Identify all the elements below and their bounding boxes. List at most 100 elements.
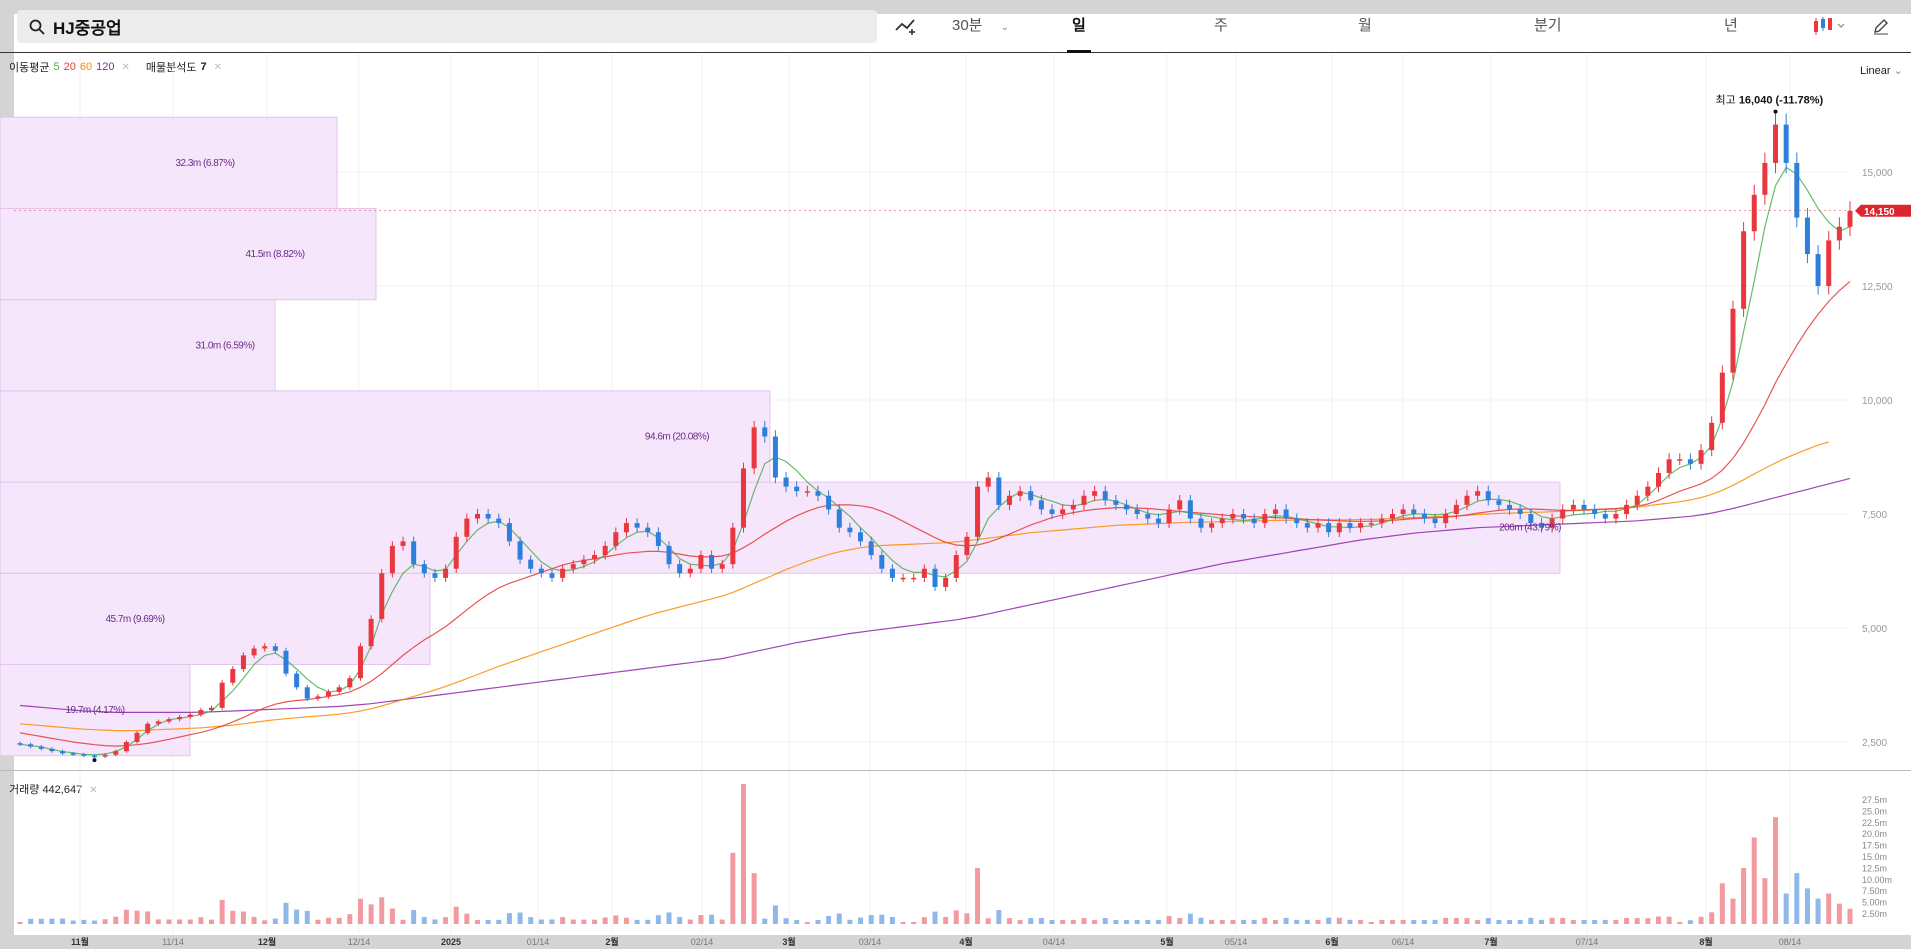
candle <box>719 564 725 569</box>
candle <box>1687 459 1693 464</box>
x-axis: 11월 11/14 12월 12/14 2025 01/14 2월 02/14 3월 03/14 4… <box>71 936 1801 947</box>
x-tick-label: 12월 <box>258 936 276 947</box>
candle <box>1294 518 1300 524</box>
volume-bar <box>517 912 523 924</box>
volume-bar <box>177 919 183 924</box>
volume-bar <box>677 917 683 924</box>
candle <box>134 732 140 742</box>
symbol-name: HJ중공업 <box>53 19 122 38</box>
candle <box>272 646 278 651</box>
volume-bar <box>1730 898 1736 924</box>
volume-bar <box>102 919 108 924</box>
candle <box>1804 217 1810 255</box>
volume-bar <box>91 920 97 924</box>
candle <box>677 564 683 574</box>
volume-bar <box>623 917 629 924</box>
volume-bar <box>187 919 193 924</box>
candle <box>1602 514 1608 519</box>
candle <box>1081 495 1087 505</box>
candle <box>1155 518 1161 524</box>
tab-week[interactable]: 주 <box>1214 14 1228 35</box>
volume-bar <box>1804 888 1810 924</box>
indicator-add-icon[interactable] <box>894 16 920 36</box>
tab-quarter[interactable]: 분기 <box>1534 14 1562 35</box>
candle <box>145 723 151 733</box>
interval-dropdown[interactable]: 30분 ⌄ <box>952 14 1009 35</box>
candle <box>1336 523 1342 533</box>
volume-bar <box>1017 920 1023 924</box>
volume-bar <box>847 919 853 924</box>
candle <box>453 536 459 569</box>
volume-bar <box>506 913 512 924</box>
pencil-icon[interactable] <box>1872 17 1890 35</box>
volume-bar <box>804 921 810 924</box>
candle <box>687 568 693 574</box>
volume-bar <box>389 908 395 924</box>
volume-bar <box>1815 898 1821 924</box>
candle <box>1794 162 1800 218</box>
candle <box>155 721 161 724</box>
volume-bar <box>1272 919 1278 924</box>
candle <box>911 577 917 580</box>
symbol-search[interactable]: HJ중공업 <box>17 10 877 43</box>
candle <box>485 514 491 519</box>
volume-profile-bar <box>0 207 377 301</box>
candle <box>1453 504 1459 514</box>
candle <box>1262 514 1268 524</box>
candle <box>794 486 800 492</box>
volume-bar <box>1517 919 1523 924</box>
volume-bar <box>1847 908 1853 924</box>
volume-bar <box>655 915 661 924</box>
tab-year[interactable]: 년 <box>1724 14 1738 35</box>
volume-bar <box>1070 919 1076 924</box>
pane-divider[interactable] <box>0 770 1911 771</box>
candle-type-icon[interactable] <box>1812 16 1848 36</box>
volume-bar <box>570 919 576 924</box>
volume-bar <box>1655 916 1661 924</box>
candle <box>1070 504 1076 510</box>
candle <box>102 754 108 757</box>
volume-bar <box>294 909 300 924</box>
volume-bar <box>1528 917 1534 924</box>
volume-bar <box>1783 893 1789 924</box>
volume-bar <box>1028 918 1034 924</box>
candle <box>1060 509 1066 514</box>
candle <box>996 477 1002 505</box>
volume-profile-bar <box>0 481 1561 574</box>
interval-label: 30분 <box>952 17 983 34</box>
candle <box>634 523 640 528</box>
tab-day[interactable]: 일 <box>1072 14 1086 35</box>
tab-month[interactable]: 월 <box>1358 14 1372 35</box>
candle <box>1847 210 1853 227</box>
volume-bar <box>1219 919 1225 924</box>
price-chart[interactable]: 15,000 12,500 10,000 7,500 5,000 2,500 19.7m (… <box>0 54 1911 770</box>
volume-bar <box>1496 919 1502 924</box>
volume-bar <box>1038 917 1044 924</box>
volume-profile-bar <box>0 116 338 209</box>
candle <box>28 744 34 747</box>
candle <box>1719 372 1725 423</box>
volume-bar <box>262 920 268 924</box>
x-tick-label: 11월 <box>71 936 89 947</box>
x-tick-label: 2025 <box>441 937 461 947</box>
volume-bar <box>1411 919 1417 924</box>
candle <box>964 536 970 556</box>
volume-bar <box>336 917 342 924</box>
volume-bar <box>304 910 310 924</box>
volume-bar <box>17 921 23 924</box>
volume-bar <box>1049 919 1055 924</box>
volume-bar <box>1613 919 1619 924</box>
candle <box>219 682 225 708</box>
candle <box>315 696 321 699</box>
candle <box>38 746 44 749</box>
candle <box>1400 509 1406 514</box>
candle <box>730 527 736 565</box>
candle <box>1304 523 1310 528</box>
volume-bar <box>687 919 693 924</box>
volume-bar <box>709 914 715 924</box>
candle <box>921 568 927 578</box>
candle <box>198 710 204 715</box>
volume-bar <box>1102 918 1108 924</box>
volume-bar <box>475 919 480 924</box>
volume-chart[interactable]: 27.5m25.0m 22.5m20.0m 17.5m15.0m12.5m 10.00… <box>0 772 1911 935</box>
